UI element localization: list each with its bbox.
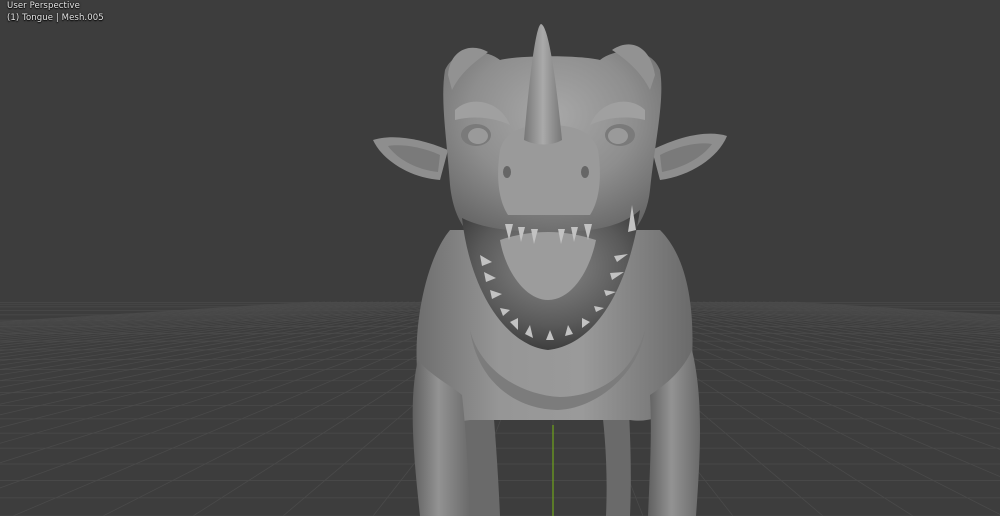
grid-line xyxy=(720,301,1000,328)
grid-line xyxy=(678,301,1000,342)
left-nostril xyxy=(503,166,511,178)
active-object-info: (1) Tongue | Mesh.005 xyxy=(7,13,104,23)
grid-line xyxy=(0,301,416,349)
grid-line xyxy=(0,301,428,355)
grid-line xyxy=(0,301,422,352)
grid-line xyxy=(684,301,1000,339)
right-eye-ball xyxy=(608,128,628,144)
grid-line xyxy=(708,301,1000,331)
grid-line xyxy=(792,301,1000,316)
view-mode-label: User Perspective xyxy=(7,1,80,11)
grid-line xyxy=(0,301,380,336)
dragon-model[interactable] xyxy=(373,24,727,516)
left-eye-ball xyxy=(468,128,488,144)
grid-line xyxy=(690,301,1000,337)
grid-line xyxy=(672,301,1000,345)
grid-line xyxy=(654,301,1000,355)
grid-line xyxy=(786,301,1000,317)
grid-line xyxy=(0,301,392,340)
viewport-scene[interactable] xyxy=(0,0,1000,516)
grid-line xyxy=(0,301,374,335)
3d-viewport[interactable]: User Perspective (1) Tongue | Mesh.005 xyxy=(0,0,1000,516)
grid-line xyxy=(0,301,386,338)
right-nostril xyxy=(581,166,589,178)
